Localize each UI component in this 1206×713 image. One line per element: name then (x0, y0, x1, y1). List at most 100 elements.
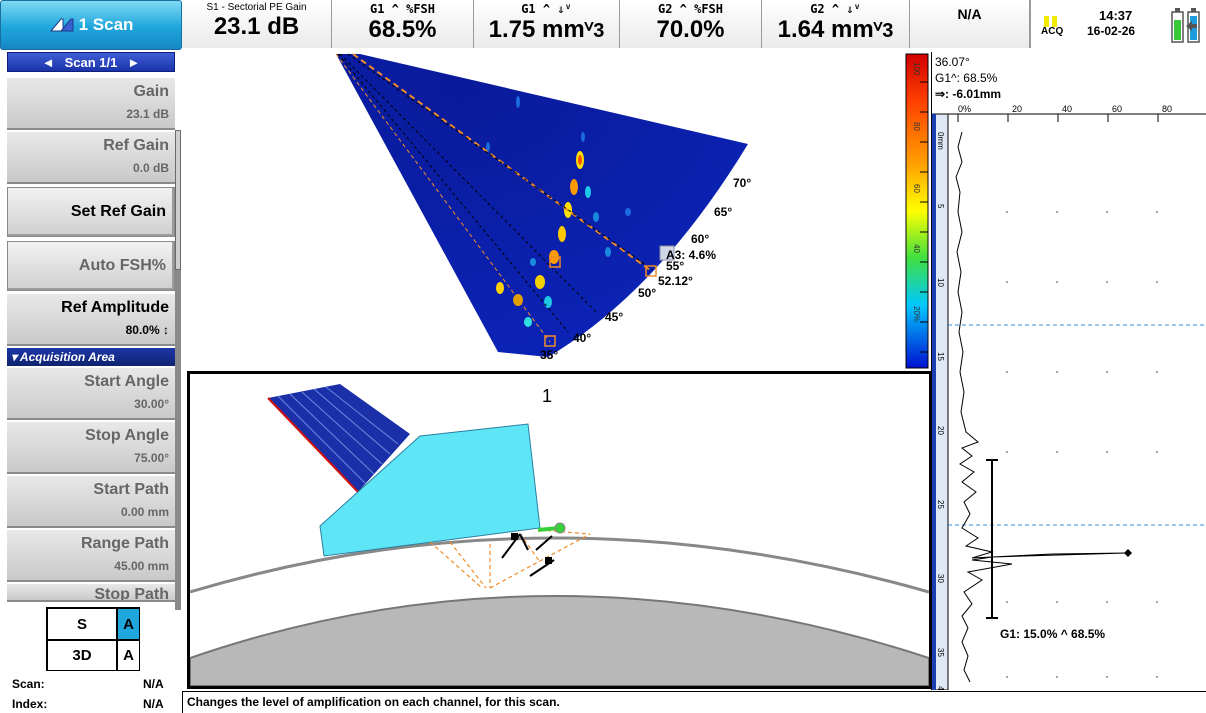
scan-tab[interactable]: 1 Scan (0, 0, 182, 50)
scan-selector-label: Scan 1/1 (64, 54, 118, 70)
gate-marker: ⱽ3 (584, 20, 605, 42)
acquisition-area-section[interactable]: ▾ Acquisition Area (7, 348, 175, 366)
sectorial-scan-view[interactable]: 35° 40° 45° 50° 55° 60° 65° 70° A3: 4.6%… (188, 52, 930, 370)
readout-g1-amplitude-value: 68.5% (368, 16, 437, 43)
readout-g2-depth-value: 1.64 mmⱽ3 (777, 16, 894, 43)
svg-text:35: 35 (936, 648, 945, 657)
start-angle-label: Start Angle (84, 373, 169, 390)
angle-label-70: 70° (733, 176, 751, 190)
readout-g1-depth-value: 1.75 mmⱽ3 (488, 16, 605, 43)
stop-angle-label: Stop Angle (85, 427, 169, 444)
angle-label-60: 60° (691, 232, 709, 246)
acq-label: ACQ (1041, 26, 1064, 37)
scan-next-icon[interactable]: ► (127, 55, 140, 70)
readout-na[interactable]: N/A (910, 0, 1030, 48)
ref-amplitude-parameter[interactable]: Ref Amplitude 80.0% ↕ (7, 294, 175, 346)
palette-tick-80: 80 (912, 122, 921, 131)
stop-angle-value: 75.00° (134, 451, 169, 465)
gain-parameter[interactable]: Gain 23.1 dB (7, 78, 175, 130)
palette-tick-60: 60 (912, 184, 921, 193)
part-upper-surface (189, 536, 930, 594)
readout-g2-amplitude-label: G2 ^ %FSH (657, 2, 724, 16)
battery-icon (1171, 8, 1200, 43)
readout-g1-amplitude-label: G1 ^ %FSH (369, 2, 436, 16)
ref-gain-parameter[interactable]: Ref Gain 0.0 dB (7, 132, 175, 184)
readout-na-label: N/A (957, 6, 982, 22)
readout-gain-label: S1 - Sectorial PE Gain (206, 2, 307, 13)
ref-amplitude-label: Ref Amplitude (61, 299, 169, 316)
a-scan-grid-dots (1006, 211, 1158, 678)
a-scan-top-scale: 0% 20 40 60 80 (958, 104, 1172, 114)
readout-g1-depth-label: G1 ^ ⇓ⱽ (521, 2, 572, 16)
palette-tick-40: 40 (912, 244, 921, 253)
svg-text:0%: 0% (958, 104, 971, 114)
start-path-parameter[interactable]: Start Path 0.00 mm (7, 476, 175, 528)
readout-g1-depth[interactable]: G1 ^ ⇓ⱽ 1.75 mmⱽ3 (474, 0, 620, 48)
gate-g1-readout: G1: 15.0% ^ 68.5% (1000, 627, 1105, 641)
scan-selector[interactable]: ◄ Scan 1/1 ► (7, 52, 175, 72)
readout-g2-amplitude-value: 70.0% (656, 16, 725, 43)
view-a[interactable]: A (117, 640, 140, 671)
view-layout-grid: S A 3D A (46, 607, 140, 671)
start-angle-value: 30.00° (134, 397, 169, 411)
range-path-label: Range Path (80, 535, 169, 552)
clock-date: 16-02-26 (1087, 24, 1136, 38)
svg-text:0mm: 0mm (936, 132, 945, 150)
parameter-scrollbar[interactable] (175, 130, 181, 610)
svg-text:5: 5 (936, 204, 945, 209)
auto-fsh-button[interactable]: Auto FSH% (7, 241, 175, 291)
range-path-parameter[interactable]: Range Path 45.00 mm (7, 530, 175, 582)
palette-tick-20: 20% (912, 306, 921, 322)
readout-g2-depth[interactable]: G2 ^ ⇓ⱽ 1.64 mmⱽ3 (762, 0, 910, 48)
gain-label: Gain (133, 83, 169, 100)
ref-gain-label: Ref Gain (103, 137, 169, 154)
palette-tick-100: 100 (912, 62, 921, 76)
readout-gain[interactable]: S1 - Sectorial PE Gain 23.1 dB (182, 0, 332, 48)
stop-path-label: Stop Path (94, 586, 169, 602)
svg-text:40: 40 (1062, 104, 1072, 114)
scan-prev-icon[interactable]: ◄ (42, 55, 55, 70)
angle-label-65: 65° (714, 205, 732, 219)
svg-text:20: 20 (1012, 104, 1022, 114)
probe-index-point-icon[interactable] (554, 522, 566, 534)
scan-position-value: N/A (143, 677, 164, 691)
a-scan-angle: 36.07° (935, 55, 970, 69)
svg-text:80: 80 (1162, 104, 1172, 114)
ref-amplitude-value: 80.0% (125, 323, 160, 337)
stop-angle-parameter[interactable]: Stop Angle 75.00° (7, 422, 175, 474)
angle-label-40: 40° (573, 331, 591, 345)
scan-tab-label: 1 Scan (78, 15, 134, 34)
svg-text:15: 15 (936, 352, 945, 361)
view-s[interactable]: S (47, 608, 117, 640)
index-position-label: Index: (12, 697, 48, 711)
gate-marker: ⱽ3 (873, 20, 894, 42)
readout-g2-amplitude[interactable]: G2 ^ %FSH 70.0% (620, 0, 762, 48)
scrollbar-thumb[interactable] (175, 130, 181, 270)
help-text-bar: Changes the level of amplification on ea… (182, 691, 1206, 713)
readout-g1-amplitude[interactable]: G1 ^ %FSH 68.5% (332, 0, 474, 48)
stop-path-parameter[interactable]: Stop Path (7, 584, 175, 602)
start-path-label: Start Path (93, 481, 169, 498)
ref-gain-value: 0.0 dB (132, 161, 169, 175)
a-scan-waveform (955, 131, 1128, 683)
part-lower-surface (189, 595, 930, 687)
a-scan-view[interactable]: 36.07° G1^: 68.5% ⇒: -6.01mm 0% 20 40 60… (931, 52, 1206, 695)
probe-wedge-view[interactable]: 1 (187, 371, 932, 689)
index-position-value: N/A (143, 697, 164, 711)
svg-text:20: 20 (936, 426, 945, 435)
start-path-value: 0.00 mm (120, 505, 169, 519)
view-3d[interactable]: 3D (47, 640, 117, 671)
view-a-selected[interactable]: A (117, 608, 140, 640)
range-path-value: 45.00 mm (114, 559, 169, 573)
angle-label-35: 35° (540, 348, 558, 362)
readout-g2-depth-label: G2 ^ ⇓ⱽ (810, 2, 861, 16)
start-angle-parameter[interactable]: Start Angle 30.00° (7, 368, 175, 420)
cursor-angle-label: 52.12° (658, 274, 693, 288)
status-area: ACQ 14:37 16-02-26 (1030, 0, 1206, 48)
spin-icon[interactable]: ↕ (163, 323, 169, 337)
set-ref-gain-button[interactable]: Set Ref Gain (7, 187, 175, 237)
peak-marker-icon (1124, 549, 1132, 557)
svg-text:10: 10 (936, 278, 945, 287)
probe-wedge-canvas: 1 (189, 384, 930, 687)
scan-position-label: Scan: (12, 677, 45, 691)
